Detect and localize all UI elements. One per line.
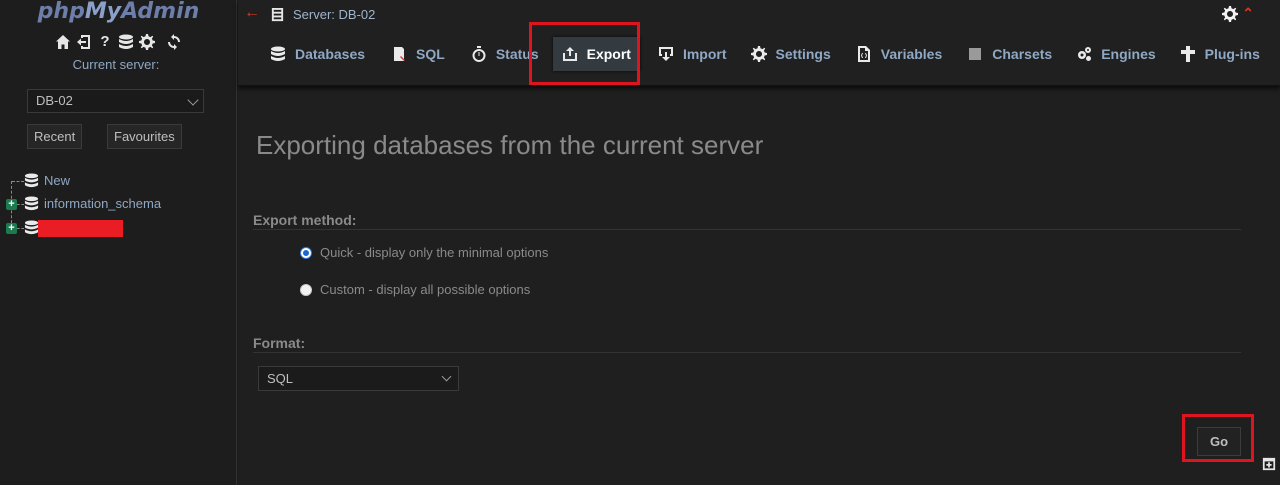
tree-branch — [17, 204, 24, 205]
database-icon[interactable] — [118, 34, 134, 50]
settings-icon[interactable] — [139, 34, 155, 50]
radio-label[interactable]: Quick - display only the minimal options — [320, 245, 548, 260]
tree-item-new[interactable]: New — [0, 172, 237, 190]
current-server-label: Current server: — [72, 57, 160, 72]
server-select-value: DB-02 — [36, 93, 73, 108]
page-settings-icon[interactable] — [1222, 6, 1238, 22]
tree-item-redacted[interactable]: + — [0, 219, 237, 237]
page-title: Exporting databases from the current ser… — [256, 130, 764, 160]
navigation-sidebar: phpMyAdmin ? Current server: DB-02 Recen… — [0, 0, 237, 485]
favourites-button[interactable]: Favourites — [107, 124, 182, 149]
tab-label: Databases — [295, 46, 366, 62]
breadcrumb-server[interactable]: Server: DB-02 — [293, 7, 375, 22]
go-button-highlight — [1182, 414, 1254, 462]
radio-custom[interactable] — [300, 283, 312, 296]
top-navigation: ← Server: DB-02 ⌃ Databases SQL Status E… — [238, 0, 1280, 86]
gear-icon — [750, 46, 767, 62]
tab-charsets[interactable]: Charsets — [957, 37, 1062, 71]
tab-label: Plug-ins — [1204, 46, 1260, 62]
tab-import[interactable]: Import — [648, 37, 737, 71]
status-icon — [472, 46, 486, 62]
back-arrow-icon[interactable]: ← — [244, 4, 260, 22]
format-label: Format: — [253, 335, 306, 351]
divider — [253, 352, 1241, 353]
breadcrumb: Server: DB-02 — [270, 7, 375, 22]
plugin-icon — [1180, 46, 1195, 62]
export-option-quick[interactable]: Quick - display only the minimal options — [300, 245, 548, 260]
sql-icon — [394, 47, 406, 61]
tree-item-label[interactable]: information_schema — [44, 196, 161, 211]
database-icon — [24, 220, 39, 235]
redacted-database-name — [38, 220, 123, 237]
database-icon — [24, 196, 39, 211]
export-option-custom[interactable]: Custom - display all possible options — [300, 282, 530, 297]
logo-admin: Admin — [121, 0, 200, 24]
divider — [253, 229, 1241, 230]
format-select[interactable]: SQL — [258, 366, 459, 391]
database-icon — [24, 173, 39, 188]
radio-quick[interactable] — [300, 246, 312, 259]
export-tab-highlight — [529, 22, 640, 85]
collapse-menu-icon[interactable]: ⌃ — [1242, 6, 1254, 20]
tab-plugins[interactable]: Plug-ins — [1170, 37, 1270, 71]
import-icon — [658, 47, 673, 61]
logo-my: My — [84, 0, 122, 24]
engines-icon — [1078, 47, 1092, 61]
console-icon[interactable] — [1262, 457, 1276, 471]
tab-settings[interactable]: Settings — [741, 37, 841, 71]
export-method-label: Export method: — [253, 212, 357, 228]
format-select-value: SQL — [267, 371, 294, 386]
server-icon — [271, 7, 284, 22]
tree-branch — [17, 228, 24, 229]
tree-item-information-schema[interactable]: + information_schema — [0, 195, 237, 213]
tab-label: Charsets — [992, 46, 1053, 62]
tab-label: Engines — [1101, 46, 1156, 62]
home-icon[interactable] — [55, 34, 71, 50]
tree-branch — [12, 181, 24, 182]
tab-engines[interactable]: Engines — [1066, 37, 1165, 71]
variables-icon — [857, 46, 870, 62]
main-content: ← Server: DB-02 ⌃ Databases SQL Status E… — [238, 0, 1280, 485]
charsets-icon — [969, 48, 982, 60]
chevron-down-icon — [187, 94, 199, 106]
server-select[interactable]: DB-02 — [27, 89, 204, 113]
radio-label[interactable]: Custom - display all possible options — [320, 282, 530, 297]
recent-button[interactable]: Recent — [27, 124, 83, 149]
help-icon[interactable]: ? — [97, 34, 113, 50]
database-icon — [271, 46, 285, 61]
server-tabs: Databases SQL Status Export Import Setti… — [260, 37, 1270, 71]
tab-label: Settings — [775, 46, 831, 62]
tree-item-label[interactable]: New — [44, 173, 70, 188]
tab-variables[interactable]: Variables — [846, 37, 953, 71]
tab-sql[interactable]: SQL — [381, 37, 455, 71]
chevron-down-icon — [441, 371, 452, 382]
expand-plus-icon[interactable]: + — [6, 223, 17, 234]
logo-php: php — [37, 0, 85, 24]
logout-icon[interactable] — [76, 34, 92, 50]
tab-label: Import — [682, 46, 727, 62]
phpmyadmin-logo[interactable]: phpMyAdmin — [0, 0, 237, 27]
reload-icon[interactable] — [166, 34, 182, 50]
expand-plus-icon[interactable]: + — [6, 199, 17, 210]
tab-databases[interactable]: Databases — [260, 37, 375, 71]
tab-label: SQL — [416, 46, 445, 62]
tab-label: Variables — [880, 46, 943, 62]
sidebar-nav-icons: ? — [55, 33, 182, 51]
